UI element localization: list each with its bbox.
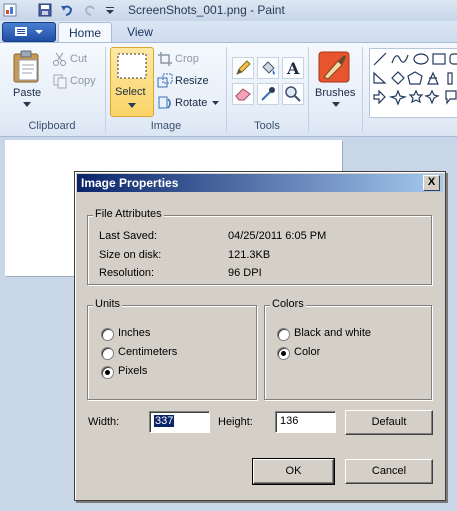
close-button[interactable]: X — [423, 175, 440, 191]
cancel-button[interactable]: Cancel — [345, 459, 433, 484]
height-label: Height: — [218, 416, 253, 428]
undo-icon[interactable] — [60, 3, 74, 17]
chevron-down-icon[interactable] — [332, 102, 340, 107]
centimeters-radio[interactable] — [101, 347, 114, 360]
units-title: Units — [93, 298, 123, 310]
dialog-title-bar[interactable]: Image Properties X — [77, 174, 443, 192]
title-bar: ScreenShots_001.png - Paint — [0, 0, 457, 21]
rotate-button[interactable]: Rotate — [175, 97, 207, 109]
pixels-radio[interactable] — [101, 366, 114, 379]
file-attributes-title: File Attributes — [93, 208, 164, 220]
paint-app-icon[interactable] — [3, 3, 17, 17]
last-saved-value: 04/25/2011 6:05 PM — [228, 230, 327, 242]
customize-toolbar-icon[interactable] — [103, 3, 117, 17]
centimeters-label[interactable]: Centimeters — [118, 346, 177, 358]
height-value: 136 — [280, 415, 299, 427]
ok-button[interactable]: OK — [252, 458, 335, 485]
select-label: Select — [115, 86, 146, 98]
resize-button[interactable]: Resize — [175, 75, 209, 87]
ribbon: Paste Cut Copy Clipboard Select Crop Res… — [0, 42, 457, 137]
paste-icon[interactable] — [12, 50, 42, 84]
magnifier-icon[interactable] — [282, 83, 304, 105]
clipboard-group-label: Clipboard — [28, 120, 76, 132]
paste-dropdown-icon[interactable] — [23, 102, 31, 107]
chevron-down-icon — [128, 103, 136, 108]
width-value: 337 — [154, 415, 175, 427]
select-rectangle-icon — [117, 53, 147, 79]
brushes-icon[interactable] — [318, 51, 350, 83]
group-separator — [308, 47, 309, 132]
group-separator — [362, 47, 363, 132]
cut-button[interactable]: Cut — [70, 53, 87, 65]
tools-group-label: Tools — [254, 120, 280, 132]
tab-view[interactable]: View — [116, 22, 164, 42]
black-and-white-radio[interactable] — [277, 328, 290, 341]
crop-icon[interactable] — [157, 51, 173, 67]
units-group: Units Inches Centimeters Pixels — [87, 298, 257, 400]
size-on-disk-value: 121.3KB — [228, 249, 271, 261]
height-input[interactable]: 136 — [275, 411, 336, 433]
width-input[interactable]: 337 — [149, 411, 210, 433]
tab-home[interactable]: Home — [58, 22, 112, 43]
copy-button[interactable]: Copy — [70, 75, 96, 87]
copy-icon[interactable] — [52, 73, 68, 89]
rotate-icon[interactable] — [157, 95, 173, 111]
redo-icon[interactable] — [83, 3, 97, 17]
file-attributes-group: File Attributes Last Saved: 04/25/2011 6… — [87, 208, 432, 285]
colors-title: Colors — [270, 298, 306, 310]
crop-button[interactable]: Crop — [175, 53, 199, 65]
brushes-button[interactable]: Brushes — [315, 87, 355, 99]
shapes-gallery[interactable] — [369, 48, 457, 118]
inches-radio[interactable] — [101, 328, 114, 341]
color-picker-icon[interactable] — [257, 83, 279, 105]
resolution-value: 96 DPI — [228, 267, 262, 279]
inches-label[interactable]: Inches — [118, 327, 150, 339]
default-button[interactable]: Default — [345, 410, 433, 435]
select-button[interactable]: Select — [110, 47, 154, 117]
width-label: Width: — [88, 416, 120, 428]
pencil-icon[interactable] — [232, 57, 254, 79]
cut-icon[interactable] — [52, 51, 68, 67]
text-icon[interactable]: A — [282, 57, 304, 79]
chevron-down-icon — [35, 30, 43, 34]
color-radio[interactable] — [277, 347, 290, 360]
chevron-down-icon[interactable] — [212, 101, 219, 105]
dialog-title: Image Properties — [81, 176, 179, 190]
save-icon[interactable] — [38, 3, 52, 17]
color-label[interactable]: Color — [294, 346, 320, 358]
eraser-icon[interactable] — [232, 83, 254, 105]
colors-group: Colors Black and white Color — [264, 298, 432, 400]
paste-button[interactable]: Paste — [13, 87, 41, 99]
pixels-label[interactable]: Pixels — [118, 365, 147, 377]
black-and-white-label[interactable]: Black and white — [294, 327, 371, 339]
shapes-icons — [373, 52, 457, 106]
resize-icon[interactable] — [157, 73, 173, 89]
resolution-label: Resolution: — [99, 267, 155, 279]
ribbon-tab-strip: Home View — [0, 21, 457, 43]
size-on-disk-label: Size on disk: — [99, 249, 162, 261]
svg-text:A: A — [286, 59, 300, 78]
paint-menu-button[interactable] — [2, 22, 56, 42]
last-saved-label: Last Saved: — [99, 230, 158, 242]
fill-bucket-icon[interactable] — [257, 57, 279, 79]
image-properties-dialog: Image Properties X File Attributes Last … — [74, 171, 446, 501]
menu-icon — [15, 27, 27, 36]
window-title: ScreenShots_001.png - Paint — [128, 3, 285, 17]
image-group-label: Image — [150, 120, 182, 132]
